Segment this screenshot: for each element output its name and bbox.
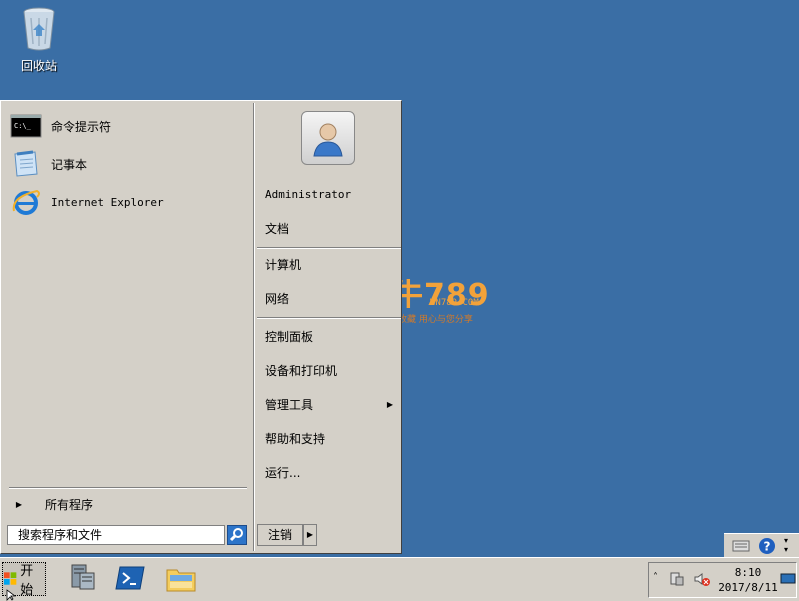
control-panel-item[interactable]: 控制面板 <box>265 323 399 351</box>
powershell-icon[interactable] <box>114 561 148 595</box>
start-label: 开始 <box>20 564 34 598</box>
pinned-label: 记事本 <box>51 157 88 172</box>
notepad-icon <box>9 149 43 179</box>
language-bar: ? ▾ ▾ <box>724 533 799 557</box>
clock-time: 8:10 <box>734 566 762 579</box>
start-menu: C:\_ 命令提示符 记事本 Internet Explorer ▶ 所有程序 <box>0 100 402 554</box>
clock-date: 2017/8/11 <box>718 581 778 594</box>
svg-text:?: ? <box>764 540 771 554</box>
mouse-cursor-icon <box>6 589 16 601</box>
command-prompt-icon: C:\_ <box>9 111 43 141</box>
divider <box>257 317 401 319</box>
all-programs-item[interactable]: ▶ 所有程序 <box>9 493 245 515</box>
start-menu-left-pane: C:\_ 命令提示符 记事本 Internet Explorer <box>3 103 253 513</box>
show-hidden-icons-button[interactable]: ˄ <box>653 572 658 583</box>
computer-item[interactable]: 计算机 <box>265 251 399 279</box>
server-manager-icon[interactable] <box>64 561 98 595</box>
user-avatar[interactable] <box>301 111 355 165</box>
volume-muted-icon[interactable] <box>693 571 711 590</box>
network-item[interactable]: 网络 <box>265 285 399 313</box>
clock[interactable]: 8:10 2017/8/11 <box>717 565 779 595</box>
pinned-command-prompt[interactable]: C:\_ 命令提示符 <box>9 109 245 143</box>
search-button[interactable] <box>227 525 247 545</box>
language-bar-options-icon[interactable]: ▾ ▾ <box>784 536 788 554</box>
search-icon <box>229 528 243 542</box>
recycle-bin-label: 回收站 <box>20 59 57 73</box>
internet-explorer-icon <box>9 187 43 217</box>
pinned-internet-explorer[interactable]: Internet Explorer <box>9 185 245 219</box>
all-programs-label: 所有程序 <box>45 497 94 512</box>
pinned-label: Internet Explorer <box>51 195 164 209</box>
submenu-arrow-icon: ▶ <box>386 400 393 409</box>
windows-logo-icon <box>3 572 17 585</box>
svg-text:C:\_: C:\_ <box>14 122 32 130</box>
documents-item[interactable]: 文档 <box>265 215 399 243</box>
search-input[interactable]: 搜索程序和文件 <box>7 525 225 545</box>
explorer-icon[interactable] <box>164 561 198 595</box>
logoff-button[interactable]: 注销 <box>257 524 303 546</box>
admin-tools-item[interactable]: 管理工具 ▶ <box>265 391 399 419</box>
system-tray: ˄ 8:10 2017/8/11 <box>648 562 797 598</box>
divider <box>257 247 401 249</box>
triangle-right-icon: ▶ <box>15 499 23 509</box>
action-center-icon[interactable] <box>669 571 685 590</box>
divider <box>9 487 247 489</box>
help-icon[interactable]: ? <box>758 537 776 558</box>
start-menu-right-pane: Administrator 文档 计算机 网络 控制面板 设备和打印机 管理工具… <box>257 103 401 515</box>
user-name-item[interactable]: Administrator <box>265 181 399 209</box>
keyboard-icon[interactable] <box>732 537 750 556</box>
user-avatar-icon <box>313 123 343 157</box>
recycle-bin[interactable]: 回收站 <box>14 6 64 74</box>
pane-divider <box>253 103 255 551</box>
admin-tools-label: 管理工具 <box>265 398 314 412</box>
run-item[interactable]: 运行... <box>265 459 399 487</box>
watermark-url: WN789.COM <box>430 298 479 308</box>
show-desktop-icon[interactable] <box>780 573 796 588</box>
help-support-item[interactable]: 帮助和支持 <box>265 425 399 453</box>
recycle-bin-icon <box>23 7 55 51</box>
devices-printers-item[interactable]: 设备和打印机 <box>265 357 399 385</box>
pinned-label: 命令提示符 <box>51 119 112 134</box>
shutdown-options-button[interactable]: ▶ <box>303 524 317 546</box>
pinned-notepad[interactable]: 记事本 <box>9 147 245 181</box>
taskbar: 开始 ˄ 8:10 2017/8/11 <box>0 557 799 601</box>
triangle-right-icon: ▶ <box>306 530 314 539</box>
